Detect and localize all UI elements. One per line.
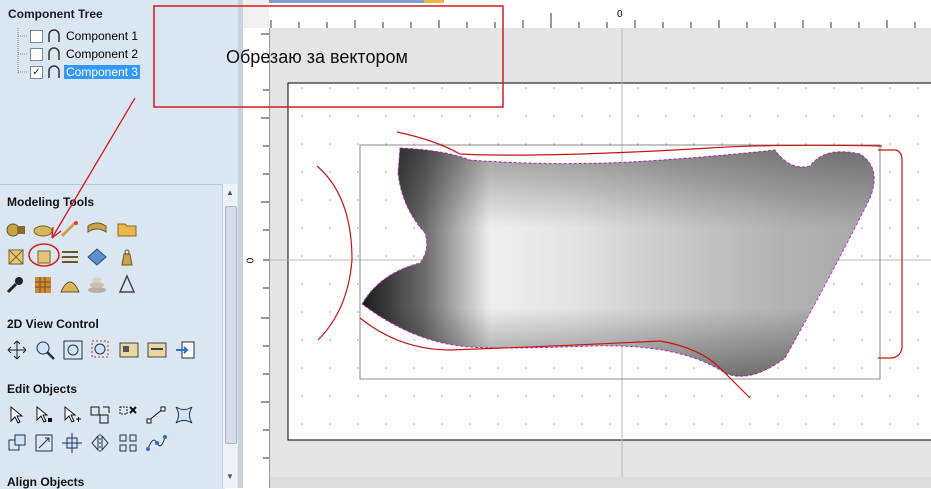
component-arch-icon xyxy=(48,47,60,60)
top-ruler: 0 xyxy=(269,0,931,29)
tree-item-component-1[interactable]: Component 1 xyxy=(30,28,140,44)
sculpt-icon[interactable] xyxy=(59,218,81,240)
move-icon[interactable] xyxy=(61,432,83,454)
tree-item-component-3[interactable]: ✓ Component 3 xyxy=(30,64,141,80)
modeling-tools-title: Modeling Tools xyxy=(7,195,95,209)
curve-fit-icon[interactable] xyxy=(145,432,167,454)
left-ruler: 0 xyxy=(243,28,270,488)
fill-view-icon[interactable] xyxy=(146,339,168,361)
tree-item-component-2[interactable]: Component 2 xyxy=(30,46,140,62)
fade-icon[interactable] xyxy=(5,246,27,268)
scroll-down-icon[interactable]: ▼ xyxy=(226,472,234,481)
node-edit-icon[interactable] xyxy=(33,404,55,426)
zoom-icon[interactable] xyxy=(34,339,56,361)
align-objects-title: Align Objects xyxy=(7,475,85,489)
edit-objects-title: Edit Objects xyxy=(7,382,78,396)
annotation-text: Обрезаю за вектором xyxy=(226,47,408,67)
tools-panel: Modeling Tools 2D View Control Edit Obje… xyxy=(0,184,225,489)
sweep-two-rails-icon[interactable] xyxy=(86,218,108,240)
select-pointer-icon[interactable] xyxy=(6,404,28,426)
checkbox[interactable]: ✓ xyxy=(30,65,43,79)
create-shape-icon[interactable] xyxy=(5,218,27,240)
create-dome-icon[interactable] xyxy=(32,218,54,240)
weight-icon[interactable] xyxy=(116,246,138,268)
component-arch-icon xyxy=(48,65,60,78)
scale-icon[interactable] xyxy=(33,432,55,454)
distort-icon[interactable] xyxy=(116,274,138,296)
component-arch-icon xyxy=(48,29,60,42)
stack-icon[interactable] xyxy=(86,274,108,296)
layer-view-icon[interactable] xyxy=(118,339,140,361)
import-view-icon[interactable] xyxy=(174,339,196,361)
split-icon[interactable] xyxy=(59,246,81,268)
tilt-icon[interactable] xyxy=(86,246,108,268)
smooth-icon[interactable] xyxy=(59,274,81,296)
checkbox[interactable] xyxy=(30,29,43,43)
view-control-title: 2D View Control xyxy=(7,317,99,331)
left-ruler-zero: 0 xyxy=(245,257,257,264)
delete-icon[interactable] xyxy=(117,404,139,426)
texture-icon[interactable] xyxy=(32,274,54,296)
open-folder-icon[interactable] xyxy=(116,218,138,240)
scroll-up-icon[interactable]: ▲ xyxy=(226,188,234,197)
zoom-selection-icon[interactable] xyxy=(90,339,112,361)
component-tree-panel: Component Tree Component 1 Component 2 ✓… xyxy=(0,0,238,180)
array-icon[interactable] xyxy=(117,432,139,454)
tools-scrollbar[interactable]: ▲ ▼ xyxy=(222,184,237,488)
ruler-corner xyxy=(243,0,269,28)
transform-icon[interactable] xyxy=(61,404,83,426)
tree-item-label: Component 1 xyxy=(66,29,139,43)
tree-item-label: Component 2 xyxy=(66,47,139,61)
2d-view-canvas[interactable] xyxy=(270,28,931,488)
scrollbar-thumb[interactable] xyxy=(225,206,237,444)
zoom-extents-icon[interactable] xyxy=(62,339,84,361)
warp-icon[interactable] xyxy=(173,404,195,426)
align-nodes-icon[interactable] xyxy=(6,432,28,454)
top-ruler-zero: 0 xyxy=(617,9,623,20)
component-tree-title: Component Tree xyxy=(8,7,103,21)
pan-icon[interactable] xyxy=(6,339,28,361)
left-panel: Component Tree Component 1 Component 2 ✓… xyxy=(0,0,238,489)
mirror-icon[interactable] xyxy=(89,432,111,454)
tree-item-label: Component 3 xyxy=(64,65,141,79)
measure-icon[interactable] xyxy=(145,404,167,426)
mask-component-icon[interactable] xyxy=(33,246,55,268)
bake-icon[interactable] xyxy=(5,274,27,296)
checkbox[interactable] xyxy=(30,47,43,61)
view-drawing xyxy=(270,28,931,488)
group-icon[interactable] xyxy=(89,404,111,426)
